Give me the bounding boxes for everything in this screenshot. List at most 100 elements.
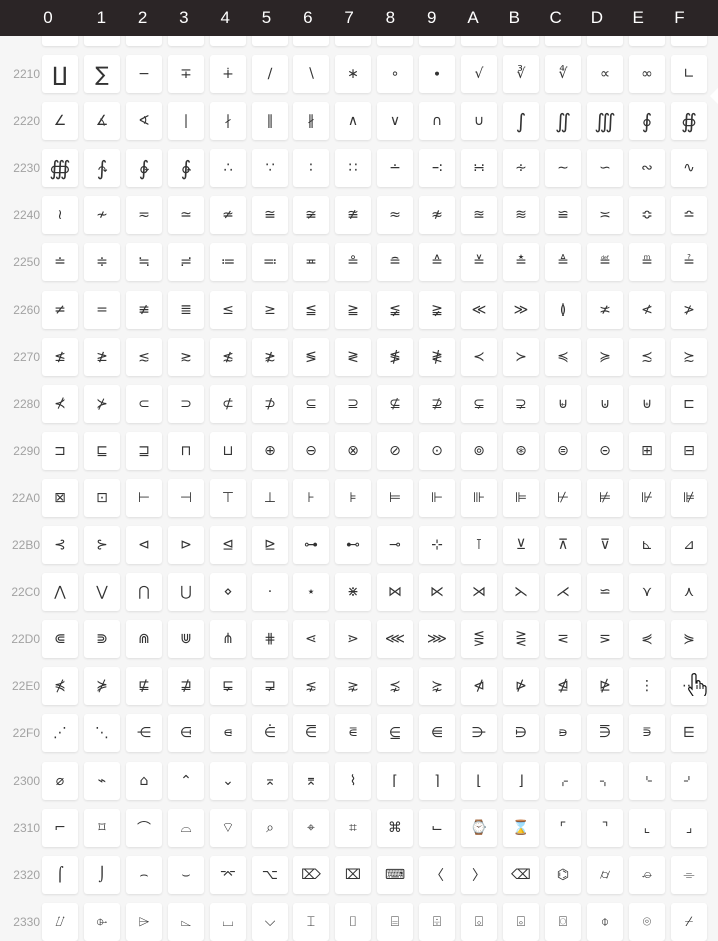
glyph-cell[interactable]: ≚ bbox=[461, 243, 497, 281]
glyph-cell[interactable]: ≼ bbox=[545, 338, 581, 376]
glyph-cell[interactable]: ⌨ bbox=[377, 856, 413, 894]
glyph-cell[interactable]: ⌚ bbox=[461, 809, 497, 847]
glyph-cell[interactable]: ∡ bbox=[84, 102, 120, 140]
glyph-cell[interactable]: ≸ bbox=[377, 338, 413, 376]
glyph-cell[interactable]: ≙ bbox=[419, 243, 455, 281]
glyph-cell[interactable]: ⊕ bbox=[252, 432, 288, 470]
glyph-cell[interactable]: ≌ bbox=[545, 196, 581, 234]
glyph-cell[interactable]: ≕ bbox=[252, 243, 288, 281]
glyph-cell[interactable]: ∓ bbox=[168, 55, 204, 93]
glyph-cell[interactable]: ≒ bbox=[126, 243, 162, 281]
glyph-cell[interactable]: ⋙ bbox=[419, 620, 455, 658]
glyph-cell[interactable]: ∼ bbox=[545, 149, 581, 187]
glyph-cell[interactable]: ≽ bbox=[587, 338, 623, 376]
glyph-cell[interactable]: ≱ bbox=[84, 338, 120, 376]
glyph-cell[interactable]: ≅ bbox=[252, 196, 288, 234]
glyph-cell[interactable]: ⌠ bbox=[42, 856, 78, 894]
glyph-cell[interactable]: ≤ bbox=[210, 291, 246, 329]
glyph-cell[interactable]: ⋴ bbox=[210, 714, 246, 752]
glyph-cell[interactable]: ⋭ bbox=[587, 667, 623, 705]
glyph-cell[interactable]: ⌬ bbox=[545, 856, 581, 894]
glyph-cell[interactable]: ⊯ bbox=[671, 479, 707, 517]
glyph-cell[interactable]: ⊖ bbox=[293, 432, 329, 470]
glyph-cell[interactable]: ⌓ bbox=[168, 809, 204, 847]
glyph-cell[interactable]: ∲ bbox=[126, 149, 162, 187]
glyph-cell[interactable]: ∬ bbox=[545, 102, 581, 140]
glyph-cell[interactable]: ⋝ bbox=[587, 620, 623, 658]
glyph-cell[interactable]: ⊈ bbox=[377, 385, 413, 423]
glyph-cell[interactable]: ⌢ bbox=[126, 856, 162, 894]
glyph-cell[interactable]: ⊦ bbox=[293, 479, 329, 517]
glyph-cell[interactable]: ≪ bbox=[461, 291, 497, 329]
glyph-cell[interactable]: ≣ bbox=[168, 291, 204, 329]
glyph-cell[interactable]: ⊙ bbox=[419, 432, 455, 470]
glyph-cell[interactable]: ∞ bbox=[629, 55, 665, 93]
glyph-cell[interactable]: ≳ bbox=[168, 338, 204, 376]
glyph-cell[interactable]: = bbox=[84, 291, 120, 329]
glyph-cell[interactable]: ⋤ bbox=[210, 667, 246, 705]
glyph-cell[interactable]: ⋿ bbox=[671, 714, 707, 752]
glyph-cell[interactable]: ⊜ bbox=[545, 432, 581, 470]
glyph-cell[interactable]: ⋦ bbox=[293, 667, 329, 705]
glyph-cell[interactable]: ∩ bbox=[419, 102, 455, 140]
glyph-cell[interactable]: ⊃ bbox=[168, 385, 204, 423]
glyph-cell[interactable]: ⊀ bbox=[42, 385, 78, 423]
glyph-cell[interactable]: ∴ bbox=[210, 149, 246, 187]
glyph-cell[interactable]: ⌔ bbox=[210, 809, 246, 847]
glyph-cell[interactable]: ⊑ bbox=[84, 432, 120, 470]
glyph-cell[interactable]: 〈 bbox=[419, 856, 455, 894]
glyph-cell[interactable]: ⌂ bbox=[126, 762, 162, 800]
glyph-cell[interactable]: ⊔ bbox=[210, 432, 246, 470]
glyph-cell[interactable]: ∹ bbox=[419, 149, 455, 187]
glyph-cell[interactable]: ⋹ bbox=[419, 714, 455, 752]
glyph-cell[interactable]: ⊳ bbox=[168, 526, 204, 564]
glyph-cell[interactable]: ⊝ bbox=[587, 432, 623, 470]
glyph-cell[interactable]: ∪ bbox=[461, 102, 497, 140]
glyph-cell[interactable]: ≮ bbox=[629, 291, 665, 329]
glyph-cell[interactable]: ⋥ bbox=[252, 667, 288, 705]
glyph-cell[interactable]: 〉 bbox=[461, 856, 497, 894]
glyph-cell[interactable]: ⌗ bbox=[335, 809, 371, 847]
glyph-cell[interactable]: ⊰ bbox=[42, 526, 78, 564]
glyph-cell[interactable]: ⊫ bbox=[503, 479, 539, 517]
glyph-cell[interactable]: ≘ bbox=[377, 243, 413, 281]
glyph-cell[interactable]: ≴ bbox=[210, 338, 246, 376]
glyph-cell[interactable]: ⌸ bbox=[377, 903, 413, 941]
glyph-cell[interactable]: ⋢ bbox=[126, 667, 162, 705]
glyph-cell[interactable]: ⌅ bbox=[252, 762, 288, 800]
glyph-cell[interactable]: √ bbox=[461, 55, 497, 93]
glyph-cell[interactable]: ⌈ bbox=[377, 762, 413, 800]
glyph-cell[interactable]: ⋊ bbox=[461, 573, 497, 611]
glyph-cell[interactable]: ⊺ bbox=[461, 526, 497, 564]
glyph-cell[interactable]: ⌯ bbox=[671, 856, 707, 894]
glyph-cell[interactable]: ⌍ bbox=[587, 762, 623, 800]
glyph-cell[interactable]: ⊩ bbox=[419, 479, 455, 517]
glyph-cell[interactable]: ⊍ bbox=[587, 385, 623, 423]
glyph-cell[interactable]: ⋲ bbox=[126, 714, 162, 752]
glyph-cell[interactable]: ⋬ bbox=[545, 667, 581, 705]
glyph-cell[interactable]: ≂ bbox=[126, 196, 162, 234]
glyph-cell[interactable]: ⌇ bbox=[335, 762, 371, 800]
glyph-cell[interactable]: ⊭ bbox=[587, 479, 623, 517]
glyph-cell[interactable]: ∻ bbox=[503, 149, 539, 187]
glyph-cell[interactable]: ≯ bbox=[671, 291, 707, 329]
glyph-cell[interactable]: ≫ bbox=[503, 291, 539, 329]
glyph-cell[interactable]: ⊊ bbox=[461, 385, 497, 423]
glyph-cell[interactable]: ⊓ bbox=[168, 432, 204, 470]
glyph-cell[interactable]: ⋰ bbox=[42, 714, 78, 752]
glyph-cell[interactable]: ≨ bbox=[377, 291, 413, 329]
glyph-cell[interactable]: ≜ bbox=[545, 243, 581, 281]
glyph-cell[interactable]: ⋔ bbox=[210, 620, 246, 658]
glyph-cell[interactable]: ∷ bbox=[335, 149, 371, 187]
glyph-cell[interactable]: ⌤ bbox=[210, 856, 246, 894]
glyph-cell[interactable]: ≻ bbox=[503, 338, 539, 376]
glyph-cell[interactable]: ⋈ bbox=[377, 573, 413, 611]
glyph-cell[interactable]: ⌊ bbox=[461, 762, 497, 800]
glyph-cell[interactable]: ∢ bbox=[126, 102, 162, 140]
glyph-cell[interactable]: ≎ bbox=[629, 196, 665, 234]
glyph-cell[interactable]: ⌒ bbox=[126, 809, 162, 847]
glyph-cell[interactable]: ≬ bbox=[545, 291, 581, 329]
glyph-cell[interactable]: ⋎ bbox=[629, 573, 665, 611]
glyph-cell[interactable]: ⌴ bbox=[210, 903, 246, 941]
glyph-cell[interactable]: ⋄ bbox=[210, 573, 246, 611]
